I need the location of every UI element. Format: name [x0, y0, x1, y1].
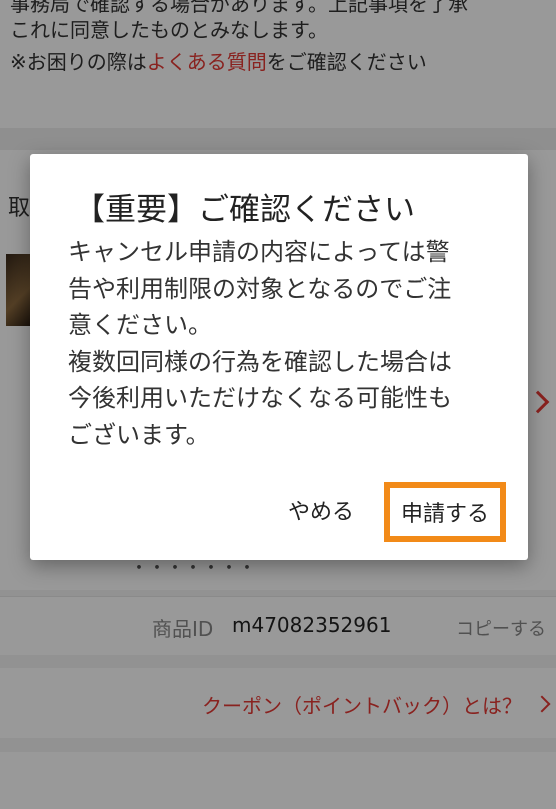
- dialog-message-line: 意ください。: [68, 311, 212, 339]
- submit-highlight: 申請する: [384, 482, 506, 542]
- submit-button[interactable]: 申請する: [390, 488, 500, 536]
- dialog-message-line: 複数回同様の行為を確認した場合は: [68, 347, 452, 376]
- dialog-message-line: ございます。: [68, 420, 210, 449]
- dialog-message-line: 告や利用制限の対象となるのでご注: [68, 274, 452, 303]
- dialog-message: キャンセル申請の内容によっては警 告や利用制限の対象となるのでご注 意ください。…: [68, 234, 498, 453]
- dialog-message-line: 今後利用いただけなくなる可能性も: [68, 384, 452, 412]
- confirm-dialog: 【重要】ご確認ください キャンセル申請の内容によっては警 告や利用制限の対象とな…: [30, 154, 528, 560]
- dialog-message-line: キャンセル申請の内容によっては警: [68, 238, 450, 266]
- cancel-button[interactable]: やめる: [288, 494, 354, 526]
- dialog-title: 【重要】ご確認ください: [74, 192, 415, 228]
